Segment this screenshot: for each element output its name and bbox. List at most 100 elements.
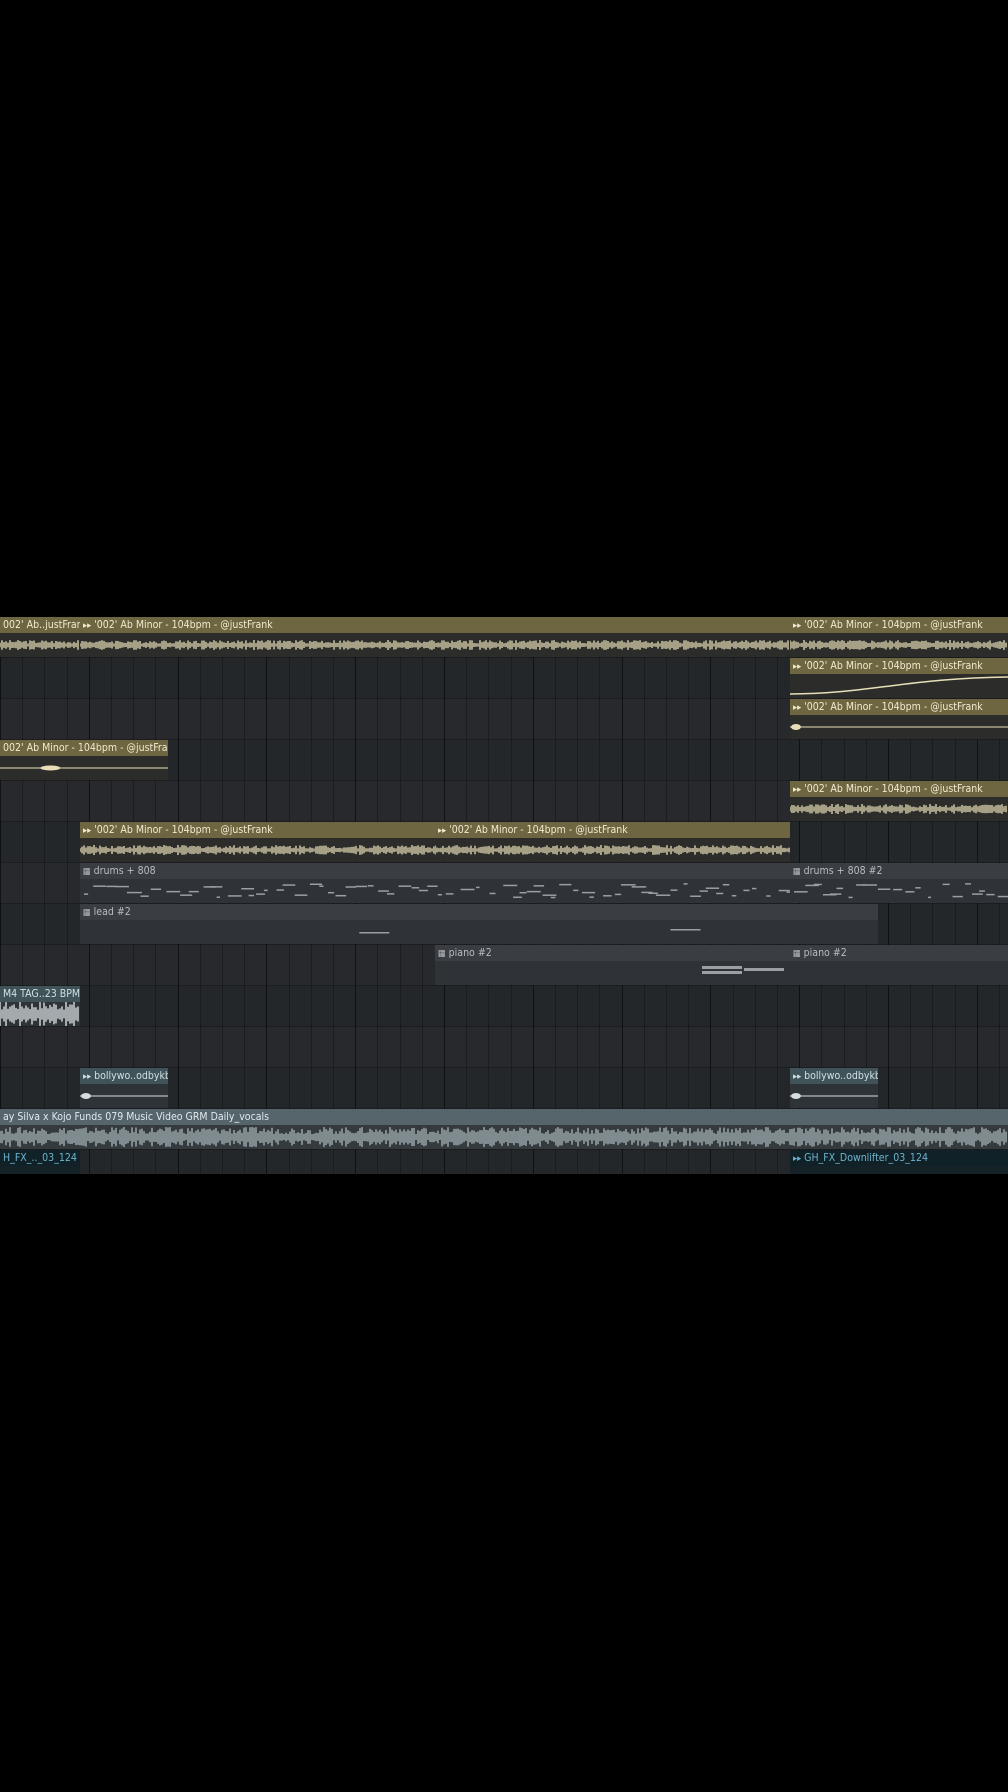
clip-header[interactable]: ▸▸ '002' Ab Minor - 104bpm - @justFrank (80, 617, 790, 633)
audio-clip-icon: ▸▸ (793, 1072, 802, 1082)
audio-clip[interactable]: ▸▸ '002' Ab Minor - 104bpm - @justFrank (790, 781, 1008, 821)
clip-header[interactable]: ▦ lead #2 (80, 904, 878, 920)
audio-clip[interactable]: ▸▸ '002' Ab Minor - 104bpm - @justFrank (790, 617, 1008, 657)
clip-header[interactable]: ▦ piano #2 (790, 945, 1008, 961)
clip-label: '002' Ab Minor - 104bpm - @justFrank (804, 660, 983, 672)
waveform (790, 676, 1008, 695)
grid-line (67, 617, 68, 1174)
pattern-icon: ▦ (83, 867, 91, 877)
audio-clip-icon: ▸▸ (793, 662, 802, 672)
note-preview (794, 883, 1008, 899)
audio-clip-icon: ▸▸ (83, 1072, 92, 1082)
clip-label: GH_FX_Downlifter_03_124 (804, 1152, 928, 1164)
clip-header[interactable]: ▸▸ '002' Ab Minor - 104bpm - @justFrank (790, 658, 1008, 674)
audio-clip-icon: ▸▸ (438, 826, 447, 836)
clip-label: '002' Ab Minor - 104bpm - @justFrank (94, 824, 273, 836)
clip-header[interactable]: ay Silva x Kojo Funds 079 Music Video GR… (0, 1109, 1008, 1125)
clip-header[interactable]: ▸▸ '002' Ab Minor - 104bpm - @justFrank (435, 822, 790, 838)
pattern-clip[interactable]: ▦ drums + 808 #2 (790, 863, 1008, 903)
audio-clip-icon: ▸▸ (793, 703, 802, 713)
waveform (790, 804, 1007, 814)
clip-header[interactable]: ▸▸ '002' Ab Minor - 104bpm - @justFrank (790, 617, 1008, 633)
clip-body (790, 961, 1008, 985)
clip-header[interactable]: ▸▸ GH_FX_Downlifter_03_124 (790, 1150, 1008, 1166)
clip-header[interactable]: ▸▸ bollywo..odbykb (790, 1068, 878, 1084)
waveform (80, 1093, 168, 1099)
waveform (790, 640, 1007, 650)
waveform (0, 1002, 79, 1026)
audio-clip-icon: ▸▸ (83, 826, 92, 836)
clip-label: '002' Ab Minor - 104bpm - @justFrank (449, 824, 628, 836)
audio-clip[interactable]: M4 TAG..23 BPM# (0, 986, 80, 1026)
pattern-clip[interactable]: ▦ drums + 808 (80, 863, 790, 903)
clip-label: piano #2 (803, 947, 847, 959)
audio-clip[interactable]: ▸▸ bollywo..odbykb (790, 1068, 878, 1108)
clip-label: '002' Ab Minor - 104bpm - @justFrank (804, 619, 983, 631)
clip-label: bollywo..odbykb (94, 1070, 168, 1082)
clip-header[interactable]: ▸▸ '002' Ab Minor - 104bpm - @justFrank (790, 781, 1008, 797)
clip-label: drums + 808 (93, 865, 156, 877)
clip-label: lead #2 (93, 906, 131, 918)
audio-clip[interactable]: 002' Ab..justFrank (0, 617, 80, 657)
audio-clip[interactable]: ▸▸ bollywo..odbykb (80, 1068, 168, 1108)
clip-label: ay Silva x Kojo Funds 079 Music Video GR… (3, 1111, 270, 1123)
clip-header[interactable]: H_FX_.._03_124 (0, 1150, 80, 1166)
note-preview (359, 929, 701, 934)
pattern-icon: ▦ (793, 949, 801, 959)
audio-clip[interactable]: ▸▸ '002' Ab Minor - 104bpm - @justFrank (80, 617, 790, 657)
audio-clip[interactable]: 002' Ab Minor - 104bpm - @justFrank (0, 740, 168, 780)
waveform (435, 845, 790, 855)
clip-label: 002' Ab..justFrank (3, 619, 80, 631)
pattern-icon: ▦ (793, 867, 801, 877)
pattern-icon: ▦ (438, 949, 446, 959)
clip-label: M4 TAG..23 BPM# (3, 988, 80, 1000)
audio-clip-icon: ▸▸ (83, 621, 92, 631)
clip-header[interactable]: ▸▸ '002' Ab Minor - 104bpm - @justFrank (790, 699, 1008, 715)
audio-clip[interactable]: ay Silva x Kojo Funds 079 Music Video GR… (0, 1109, 1008, 1149)
clip-label: H_FX_.._03_124 (3, 1152, 77, 1164)
audio-clip[interactable]: ▸▸ '002' Ab Minor - 104bpm - @justFrank (435, 822, 790, 862)
pattern-clip[interactable]: ▦ piano #2 (790, 945, 1008, 985)
clip-label: drums + 808 #2 (803, 865, 883, 877)
audio-clip[interactable]: ▸▸ '002' Ab Minor - 104bpm - @justFrank (80, 822, 435, 862)
waveform (790, 1093, 878, 1099)
playlist-arrangement[interactable]: 002' Ab..justFrank ▸▸ '002' Ab Minor - 104… (0, 617, 1008, 1174)
clip-label: '002' Ab Minor - 104bpm - @justFrank (94, 619, 273, 631)
clip-label: 002' Ab Minor - 104bpm - @justFrank (3, 742, 168, 754)
waveform (80, 845, 435, 855)
clip-header[interactable]: ▦ drums + 808 (80, 863, 790, 879)
clip-label: '002' Ab Minor - 104bpm - @justFrank (804, 783, 983, 795)
clip-header[interactable]: 002' Ab..justFrank (0, 617, 80, 633)
waveform (0, 765, 168, 771)
waveform (0, 640, 79, 650)
track-lane[interactable] (0, 986, 1008, 1027)
audio-clip-icon: ▸▸ (793, 785, 802, 795)
audio-clip[interactable]: H_FX_.._03_124 (0, 1150, 80, 1174)
clip-label: piano #2 (448, 947, 492, 959)
audio-clip[interactable]: ▸▸ '002' Ab Minor - 104bpm - @justFrank (790, 699, 1008, 739)
pattern-clip[interactable]: ▦ lead #2 (80, 904, 878, 944)
clip-body (790, 1166, 1008, 1174)
clip-body (0, 1166, 80, 1174)
clip-header[interactable]: ▸▸ bollywo..odbykb (80, 1068, 168, 1084)
grid-line (44, 617, 45, 1174)
clip-header[interactable]: 002' Ab Minor - 104bpm - @justFrank (0, 740, 168, 756)
waveform (80, 640, 789, 650)
clip-header[interactable]: ▦ piano #2 (435, 945, 790, 961)
clip-header[interactable]: M4 TAG..23 BPM# (0, 986, 80, 1002)
waveform (790, 724, 1008, 730)
clip-label: '002' Ab Minor - 104bpm - @justFrank (804, 701, 983, 713)
audio-clip[interactable]: ▸▸ GH_FX_Downlifter_03_124 (790, 1150, 1008, 1174)
clip-label: bollywo..odbykb (804, 1070, 878, 1082)
audio-clip-icon: ▸▸ (793, 621, 802, 631)
track-lane[interactable] (0, 1027, 1008, 1068)
audio-clip-icon: ▸▸ (793, 1154, 802, 1164)
audio-clip[interactable]: ▸▸ '002' Ab Minor - 104bpm - @justFrank (790, 658, 1008, 698)
note-preview (702, 966, 784, 974)
clip-header[interactable]: ▦ drums + 808 #2 (790, 863, 1008, 879)
pattern-clip[interactable]: ▦ piano #2 (435, 945, 790, 985)
grid-line (22, 617, 23, 1174)
pattern-icon: ▦ (83, 908, 91, 918)
clip-header[interactable]: ▸▸ '002' Ab Minor - 104bpm - @justFrank (80, 822, 435, 838)
waveform (0, 1127, 1007, 1147)
